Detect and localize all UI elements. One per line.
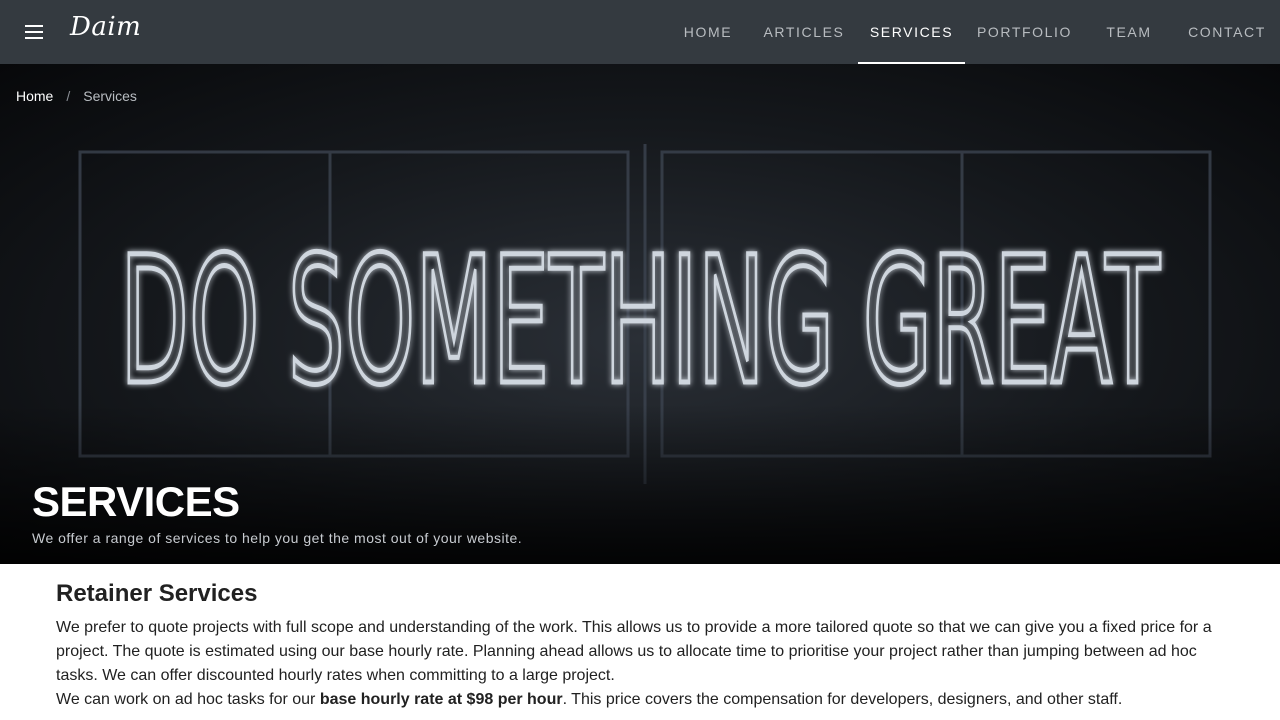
page-subtitle: We offer a range of services to help you… [32,530,523,546]
page-title: SERVICES [32,478,240,525]
nav-articles[interactable]: Articles [750,0,858,64]
top-app-bar: Daim Home Articles Services Portfolio Te… [0,0,1280,64]
nav-home[interactable]: Home [666,0,750,64]
paragraph-2-suffix: . This price covers the compensation for… [562,691,1123,708]
hourly-rate-highlight: base hourly rate at $98 per hour [319,691,563,708]
breadcrumb-separator: / [66,88,71,104]
retainer-paragraph-1: We prefer to quote projects with full sc… [56,619,1212,684]
paragraph-2-prefix: We can work on ad hoc tasks for our [56,691,320,708]
nav-portfolio[interactable]: Portfolio [965,0,1084,64]
main-content: Retainer Services We prefer to quote pro… [56,580,1226,712]
retainer-paragraph-2: We can work on ad hoc tasks for our base… [56,688,1226,712]
main-nav: Home Articles Services Portfolio Team Co… [666,0,1280,64]
neon-sign-text: DO SOMETHING GREAT [120,219,1161,424]
nav-team[interactable]: Team [1084,0,1174,64]
hamburger-menu-icon[interactable] [16,16,52,48]
section-title-retainer: Retainer Services [56,580,258,607]
nav-contact[interactable]: Contact [1174,0,1280,64]
brand-logo[interactable]: Daim [70,12,141,42]
breadcrumb-home-link[interactable]: Home [16,88,53,104]
breadcrumb-current: Services [83,88,137,104]
breadcrumb: Home / Services [16,88,137,104]
hero-banner: DO SOMETHING GREAT Home / Services SERVI… [0,64,1280,564]
nav-services[interactable]: Services [858,0,965,64]
